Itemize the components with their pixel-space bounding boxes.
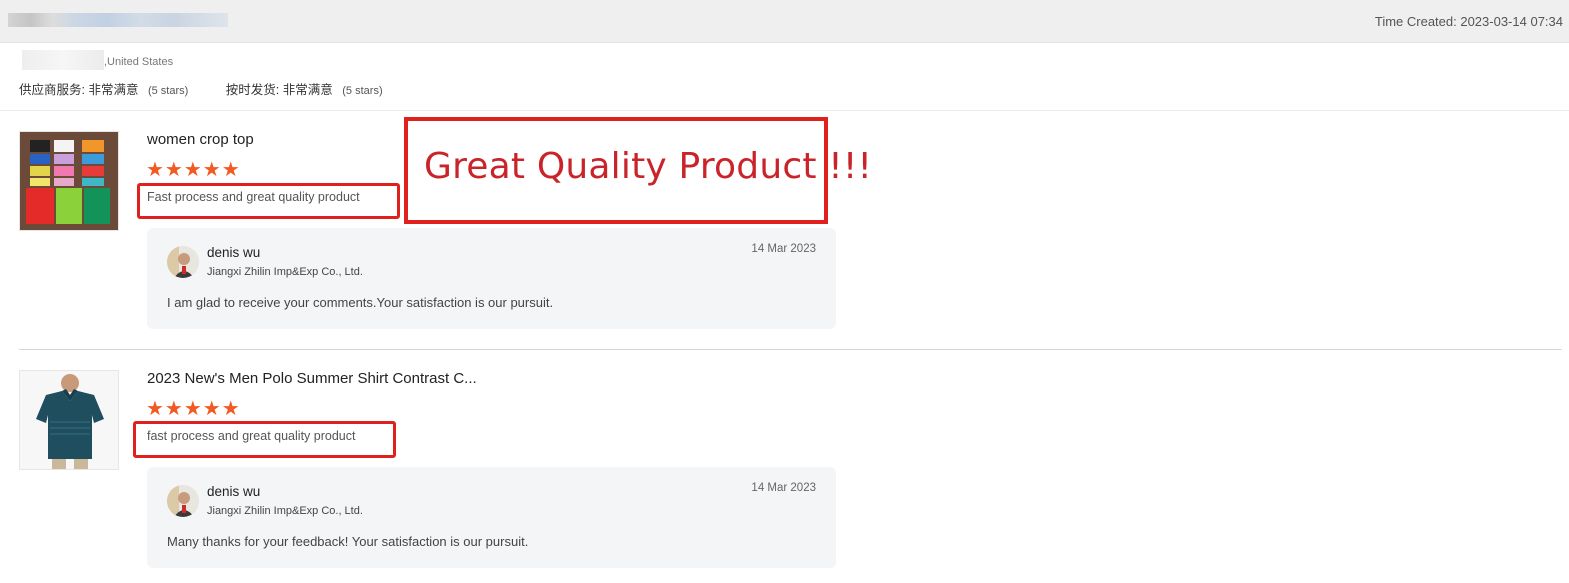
reply-date: 14 Mar 2023	[751, 482, 816, 494]
rating-value: 非常满意	[88, 83, 139, 97]
review-header-bar: Time Created: 2023-03-14 07:34	[0, 0, 1569, 43]
product-image	[20, 132, 118, 230]
supplier-reply: denis wu Jiangxi Zhilin Imp&Exp Co., Ltd…	[147, 228, 836, 329]
annotation-text: Great Quality Product !!!	[424, 146, 873, 187]
replier-name: denis wu	[207, 484, 261, 499]
product-image	[20, 371, 118, 469]
buyer-country: ,United States	[104, 56, 174, 68]
avatar	[167, 485, 199, 517]
rating-label: 按时发货:	[225, 83, 280, 97]
product-thumbnail-crop-tops[interactable]	[19, 131, 119, 231]
replier-company: Jiangxi Zhilin Imp&Exp Co., Ltd.	[207, 505, 363, 517]
blurred-username	[22, 50, 104, 70]
divider	[0, 110, 1569, 111]
avatar	[167, 246, 199, 278]
replier-name: denis wu	[207, 245, 261, 260]
rating-stars-text: (5 stars)	[147, 85, 189, 97]
highlight-box	[133, 421, 396, 458]
replier-company: Jiangxi Zhilin Imp&Exp Co., Ltd.	[207, 266, 363, 278]
rating-label: 供应商服务:	[19, 83, 85, 97]
star-rating: ★★★★★	[146, 159, 241, 181]
product-title[interactable]: 2023 New's Men Polo Summer Shirt Contras…	[147, 370, 477, 387]
rating-supplier-service: 供应商服务: 非常满意 (5 stars)	[19, 79, 188, 98]
avatar-image	[167, 246, 199, 278]
supplier-ratings: 供应商服务: 非常满意 (5 stars) 按时发货: 非常满意 (5 star…	[19, 79, 417, 98]
rating-on-time-shipment: 按时发货: 非常满意 (5 stars)	[226, 79, 383, 98]
time-created: Time Created: 2023-03-14 07:34	[1374, 14, 1563, 29]
reply-message: I am glad to receive your comments.Your …	[167, 295, 554, 310]
rating-stars-text: (5 stars)	[342, 85, 383, 97]
blurred-buyer-name	[8, 13, 228, 27]
divider	[19, 349, 1562, 350]
product-title[interactable]: women crop top	[147, 131, 254, 148]
highlight-box	[137, 183, 400, 219]
annotation-callout: Great Quality Product !!!	[404, 117, 872, 224]
avatar-image	[167, 485, 199, 517]
product-thumbnail-polo-shirt[interactable]	[19, 370, 119, 470]
rating-value: 非常满意	[282, 83, 333, 97]
supplier-reply: denis wu Jiangxi Zhilin Imp&Exp Co., Ltd…	[147, 467, 836, 568]
reply-date: 14 Mar 2023	[751, 243, 816, 255]
star-rating: ★★★★★	[146, 398, 241, 420]
reply-message: Many thanks for your feedback! Your sati…	[167, 534, 529, 549]
